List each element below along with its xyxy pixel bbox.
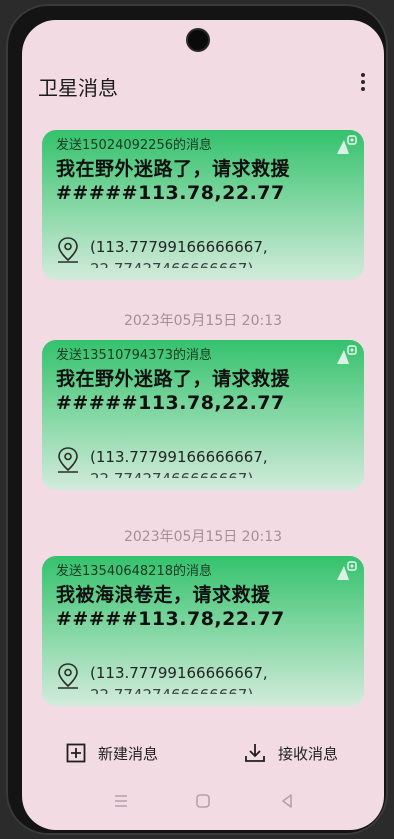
new-message-button[interactable]: 新建消息 <box>66 740 158 766</box>
message-card[interactable]: 发送13540648218的消息 我被海浪卷走，请求救援 #####113.78… <box>42 556 364 706</box>
screen: 卫星消息 发送15024092256的消息 我在野外迷路了，请求救援 #####… <box>22 20 384 830</box>
app-title: 卫星消息 <box>38 76 118 100</box>
location-pin-icon <box>58 237 78 263</box>
receive-message-button[interactable]: 接收消息 <box>244 740 338 766</box>
location-text: (113.77799166666667, <box>90 664 268 682</box>
message-card[interactable]: 发送13510794373的消息 我在野外迷路了，请求救援 #####113.7… <box>42 340 364 490</box>
phone-frame: 卫星消息 发送15024092256的消息 我在野外迷路了，请求救援 #####… <box>6 4 388 835</box>
location-pin-icon <box>58 447 78 473</box>
satellite-icon <box>337 135 357 154</box>
back-icon[interactable] <box>276 790 298 812</box>
location-pin-icon <box>58 663 78 689</box>
system-nav-bar <box>22 786 384 816</box>
message-recipient: 发送13510794373的消息 <box>56 348 212 363</box>
receive-message-label: 接收消息 <box>278 744 339 763</box>
new-message-label: 新建消息 <box>98 744 159 763</box>
message-recipient: 发送13540648218的消息 <box>56 564 212 579</box>
location-text-line2: 22.77427466666667) <box>90 260 253 268</box>
more-vert-icon[interactable] <box>358 71 368 93</box>
satellite-icon <box>337 345 357 364</box>
message-coords: #####113.78,22.77 <box>56 392 285 414</box>
message-text: 我被海浪卷走，请求救援 <box>56 584 271 606</box>
menu-icon[interactable] <box>110 790 132 812</box>
location-text-line2: 22.77427466666667) <box>90 470 253 478</box>
satellite-icon <box>337 561 357 580</box>
timestamp: 2023年05月15日 20:13 <box>123 313 283 329</box>
front-camera <box>188 30 208 50</box>
message-coords: #####113.78,22.77 <box>56 608 285 630</box>
message-text: 我在野外迷路了，请求救援 <box>56 368 291 390</box>
message-text: 我在野外迷路了，请求救援 <box>56 158 291 180</box>
location-text: (113.77799166666667, <box>90 238 268 256</box>
home-icon[interactable] <box>192 790 214 812</box>
location-text-line2: 22.77427466666667) <box>90 686 253 694</box>
message-recipient: 发送15024092256的消息 <box>56 138 212 153</box>
plus-square-icon <box>66 743 86 763</box>
message-coords: #####113.78,22.77 <box>56 182 285 204</box>
timestamp: 2023年05月15日 20:13 <box>123 529 283 545</box>
message-card[interactable]: 发送15024092256的消息 我在野外迷路了，请求救援 #####113.7… <box>42 130 364 280</box>
download-icon <box>245 744 265 762</box>
location-text: (113.77799166666667, <box>90 448 268 466</box>
